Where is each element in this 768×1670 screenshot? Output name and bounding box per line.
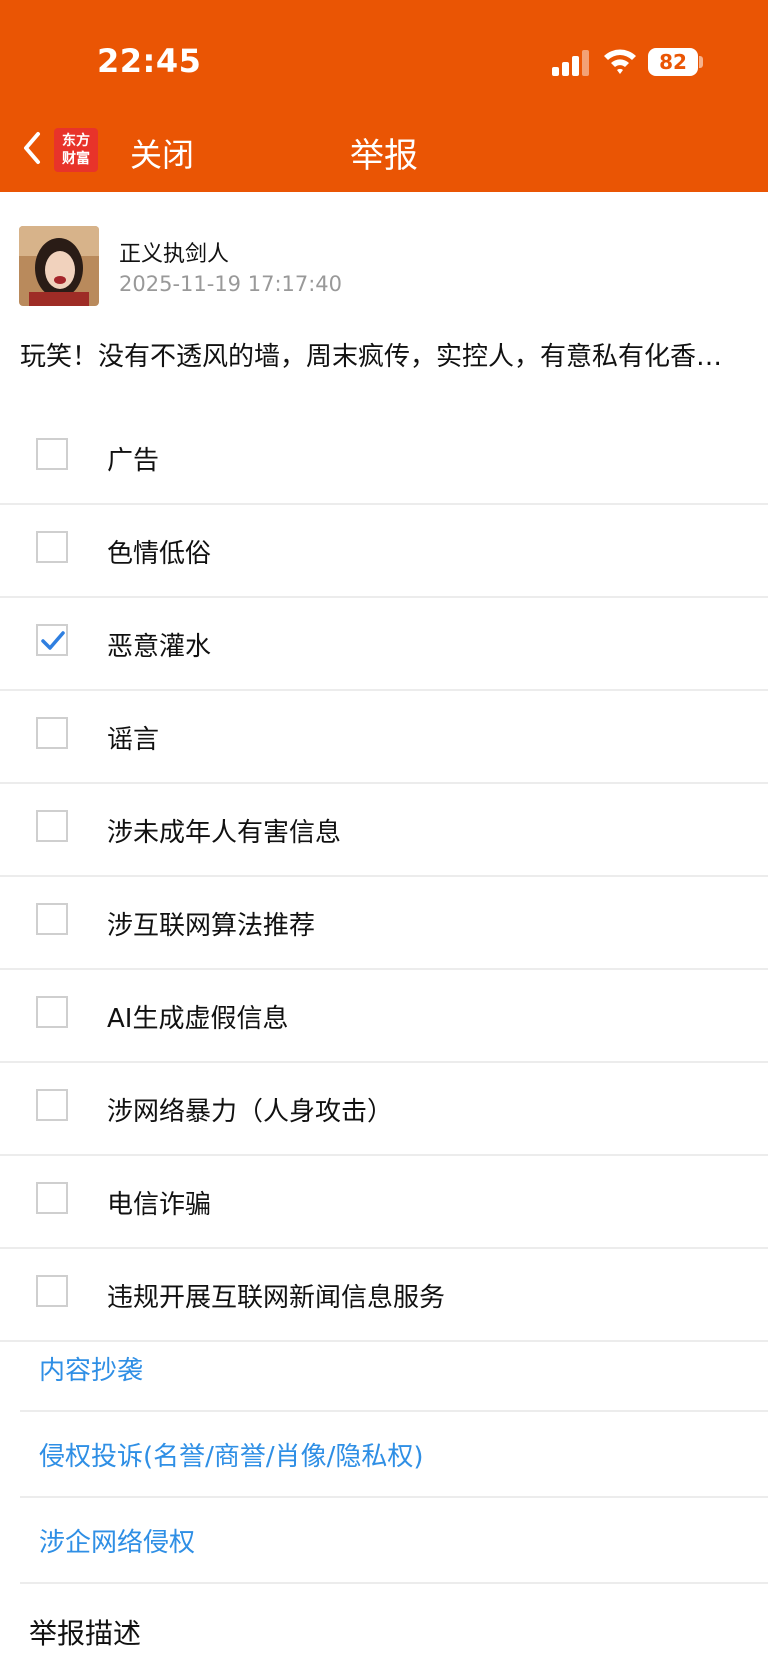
cellular-signal-icon bbox=[552, 50, 592, 76]
wifi-icon bbox=[604, 49, 636, 74]
page-title: 举报 bbox=[350, 136, 418, 176]
checkbox[interactable] bbox=[36, 717, 68, 749]
report-option[interactable]: 涉网络暴力（人身攻击） bbox=[0, 1063, 768, 1156]
report-link-label[interactable]: 涉企网络侵权 bbox=[39, 1522, 195, 1559]
report-option[interactable]: 涉未成年人有害信息 bbox=[0, 784, 768, 877]
checkbox[interactable] bbox=[36, 996, 68, 1028]
report-option-label: 恶意灌水 bbox=[107, 632, 212, 662]
report-option-label: 电信诈骗 bbox=[107, 1190, 212, 1220]
report-link[interactable]: 侵权投诉(名誉/商誉/肖像/隐私权) bbox=[20, 1412, 768, 1498]
report-link-label[interactable]: 侵权投诉(名誉/商誉/肖像/隐私权) bbox=[39, 1436, 424, 1473]
report-option-label: 涉网络暴力（人身攻击） bbox=[107, 1097, 394, 1127]
checkbox[interactable] bbox=[36, 531, 68, 563]
report-option-label: AI生成虚假信息 bbox=[107, 1004, 289, 1034]
post-time: 2025-11-19 17:17:40 bbox=[119, 272, 343, 296]
checkmark-icon bbox=[41, 631, 65, 650]
report-option-label: 色情低俗 bbox=[107, 539, 212, 569]
report-option[interactable]: 色情低俗 bbox=[0, 505, 768, 598]
checkbox[interactable] bbox=[36, 1089, 68, 1121]
report-option[interactable]: 涉互联网算法推荐 bbox=[0, 877, 768, 970]
report-option-label: 谣言 bbox=[107, 725, 160, 755]
description-title: 举报描述 bbox=[29, 1617, 142, 1650]
author-avatar bbox=[19, 226, 99, 306]
report-link-label[interactable]: 内容抄袭 bbox=[39, 1350, 143, 1387]
report-option-label: 违规开展互联网新闻信息服务 bbox=[107, 1283, 446, 1313]
report-link[interactable]: 涉企网络侵权 bbox=[20, 1498, 768, 1584]
status-time: 22:45 bbox=[97, 42, 202, 80]
top-bar: 22:45 82 东方 财富 关闭 举报 bbox=[0, 0, 768, 192]
battery-nub bbox=[699, 56, 703, 68]
report-option-label: 涉互联网算法推荐 bbox=[107, 911, 316, 941]
report-option-label: 涉未成年人有害信息 bbox=[107, 818, 342, 848]
report-option[interactable]: 电信诈骗 bbox=[0, 1156, 768, 1249]
checkbox[interactable] bbox=[36, 1182, 68, 1214]
report-option[interactable]: 谣言 bbox=[0, 691, 768, 784]
post-excerpt: 玩笑！没有不透风的墙，周末疯传，实控人，有意私有化香港上市 bbox=[20, 342, 748, 372]
author-name: 正义执剑人 bbox=[119, 242, 230, 267]
report-links-list: 内容抄袭侵权投诉(名誉/商誉/肖像/隐私权) 涉企网络侵权 bbox=[0, 1326, 768, 1584]
report-option-label: 广告 bbox=[107, 446, 160, 476]
report-option[interactable]: AI生成虚假信息 bbox=[0, 970, 768, 1063]
report-option[interactable]: 恶意灌水 bbox=[0, 598, 768, 691]
checkbox[interactable] bbox=[36, 438, 68, 470]
battery-icon: 82 bbox=[648, 48, 698, 76]
report-reasons-list: 广告色情低俗恶意灌水谣言涉未成年人有害信息 涉互联网算法推荐 AI生成虚假信息涉网络… bbox=[0, 412, 768, 1342]
checkbox[interactable] bbox=[36, 1275, 68, 1307]
checkbox[interactable] bbox=[36, 810, 68, 842]
report-link[interactable]: 内容抄袭 bbox=[20, 1326, 768, 1412]
checkbox[interactable] bbox=[36, 903, 68, 935]
checkbox-checked[interactable] bbox=[36, 624, 68, 656]
report-option[interactable]: 广告 bbox=[0, 412, 768, 505]
